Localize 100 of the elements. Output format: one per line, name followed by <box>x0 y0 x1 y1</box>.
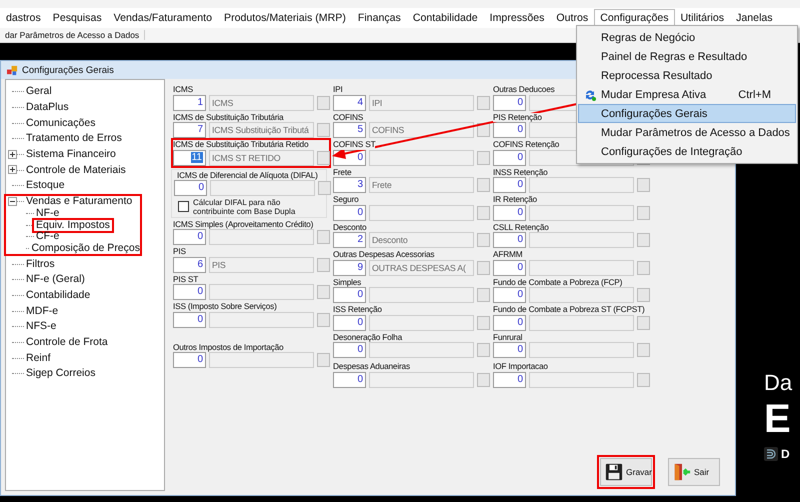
code-field[interactable]: 0 <box>493 94 526 110</box>
code-field[interactable]: 3 <box>333 177 366 193</box>
menu-item[interactable]: Configurações Gerais <box>578 104 796 123</box>
menu-item[interactable]: Mudar Parâmetros de Acesso a Dados <box>578 123 796 142</box>
code-field[interactable]: 1 <box>173 94 206 110</box>
lookup-button[interactable] <box>637 288 650 302</box>
tree-item[interactable]: Estoque <box>26 180 65 192</box>
lookup-button[interactable] <box>317 150 330 164</box>
lookup-button[interactable] <box>477 288 490 302</box>
lookup-button[interactable] <box>477 206 490 220</box>
tree-item[interactable]: Sigep Correios <box>26 368 96 380</box>
checkbox[interactable] <box>178 201 189 212</box>
tree-item[interactable]: Tratamento de Erros <box>26 133 122 144</box>
lookup-button[interactable] <box>317 353 330 367</box>
code-field[interactable]: 6 <box>173 256 206 272</box>
tree-item[interactable]: Controle de Materiais <box>26 164 126 176</box>
code-field[interactable]: 0 <box>493 232 526 248</box>
code-field[interactable]: 0 <box>493 204 526 220</box>
menu-item[interactable]: Reprocessa Resultado <box>578 66 796 85</box>
code-field[interactable]: 0 <box>333 287 366 303</box>
menu-item[interactable]: Impressões <box>484 9 550 27</box>
tree-item[interactable]: NFS-e <box>26 321 56 332</box>
lookup-button[interactable] <box>477 260 490 274</box>
code-field[interactable]: 0 <box>493 177 526 193</box>
menu-item[interactable]: Contabilidade <box>406 9 484 27</box>
lookup-button[interactable] <box>318 180 331 194</box>
lookup-button[interactable] <box>637 206 650 220</box>
tree-item[interactable]: Controle de Frota <box>26 337 108 348</box>
menu-item[interactable]: Produtos/Materiais (MRP) <box>218 9 352 27</box>
lookup-button[interactable] <box>317 312 330 326</box>
tree-item[interactable]: NF-e <box>36 208 60 219</box>
lookup-button[interactable] <box>477 150 490 164</box>
save-button[interactable]: Gravar <box>600 458 652 486</box>
tree-item[interactable]: Vendas e Faturamento <box>26 196 132 208</box>
expander-icon[interactable] <box>8 196 17 206</box>
code-field[interactable]: 0 <box>493 287 526 303</box>
menu-item[interactable]: Configurações de Integração <box>578 142 796 161</box>
code-field[interactable]: 0 <box>493 260 526 276</box>
tree-item[interactable]: Equiv. Impostos <box>32 218 114 233</box>
code-field[interactable]: 0 <box>174 180 207 196</box>
tree-item[interactable]: Sistema Financeiro <box>26 149 116 160</box>
lookup-button[interactable] <box>477 96 490 110</box>
tree-item[interactable]: Composição de Preços <box>31 242 140 254</box>
lookup-button[interactable] <box>477 233 490 247</box>
menu-item[interactable]: Utilitários <box>674 9 730 27</box>
lookup-button[interactable] <box>637 343 650 357</box>
menu-item[interactable]: Finanças <box>352 9 407 27</box>
lookup-button[interactable] <box>477 372 490 386</box>
menu-item[interactable]: Regras de Negócio <box>578 28 796 47</box>
code-field[interactable]: 0 <box>493 342 526 358</box>
tree-item[interactable]: DataPlus <box>26 102 69 114</box>
code-field[interactable]: 9 <box>333 260 366 276</box>
tree-item[interactable]: CF-e <box>36 231 60 242</box>
code-field[interactable]: 0 <box>333 314 366 330</box>
lookup-button[interactable] <box>317 96 330 110</box>
lookup-button[interactable] <box>477 178 490 192</box>
lookup-button[interactable] <box>477 316 490 330</box>
code-field[interactable]: 0 <box>333 204 366 220</box>
code-field[interactable]: 0 <box>173 352 206 368</box>
tree-item[interactable]: Comunicações <box>26 118 96 129</box>
code-field[interactable]: 0 <box>173 229 206 245</box>
code-field[interactable]: 2 <box>333 232 366 248</box>
lookup-button[interactable] <box>317 285 330 299</box>
code-field[interactable]: 0 <box>173 312 206 328</box>
lookup-button[interactable] <box>637 372 650 386</box>
code-field[interactable]: 4 <box>333 94 366 110</box>
tree-item[interactable]: MDF-e <box>26 306 58 317</box>
menu-item[interactable]: Pesquisas <box>46 9 108 27</box>
lookup-button[interactable] <box>477 343 490 357</box>
toolbar-item[interactable]: dar Parâmetros de Acesso a Dados <box>0 30 146 40</box>
lookup-button[interactable] <box>317 123 330 137</box>
tree-item[interactable]: Reinf <box>26 352 51 364</box>
code-field[interactable]: 0 <box>493 372 526 388</box>
menu-item[interactable]: Mudar Empresa Ativa Ctrl+M <box>578 85 796 104</box>
tree-item[interactable]: NF-e (Geral) <box>26 274 85 286</box>
code-field[interactable]: 5 <box>333 122 366 138</box>
menu-item[interactable]: Outros <box>550 9 594 27</box>
code-field[interactable]: 0 <box>333 342 366 358</box>
lookup-button[interactable] <box>637 178 650 192</box>
lookup-button[interactable] <box>637 233 650 247</box>
code-field[interactable]: 11 <box>173 150 206 166</box>
tree-item[interactable]: Contabilidade <box>26 290 90 301</box>
code-field[interactable]: 0 <box>493 150 526 166</box>
lookup-button[interactable] <box>637 316 650 330</box>
lookup-button[interactable] <box>637 260 650 274</box>
lookup-button[interactable] <box>317 258 330 272</box>
expander-icon[interactable] <box>8 165 17 174</box>
menu-item[interactable]: Janelas <box>730 9 779 27</box>
lookup-button[interactable] <box>317 230 330 244</box>
tree-item[interactable]: Geral <box>26 86 52 98</box>
tree-item[interactable]: Filtros <box>26 258 55 270</box>
code-field[interactable]: 0 <box>493 314 526 330</box>
exit-button[interactable]: Sair <box>668 458 720 486</box>
menu-item[interactable]: dastros <box>0 9 47 27</box>
menu-item[interactable]: Painel de Regras e Resultado <box>578 47 796 66</box>
expander-icon[interactable] <box>8 150 17 159</box>
code-field[interactable]: 0 <box>173 284 206 300</box>
menu-item[interactable]: Vendas/Faturamento <box>108 9 218 27</box>
code-field[interactable]: 7 <box>173 122 206 138</box>
code-field[interactable]: 0 <box>493 122 526 138</box>
